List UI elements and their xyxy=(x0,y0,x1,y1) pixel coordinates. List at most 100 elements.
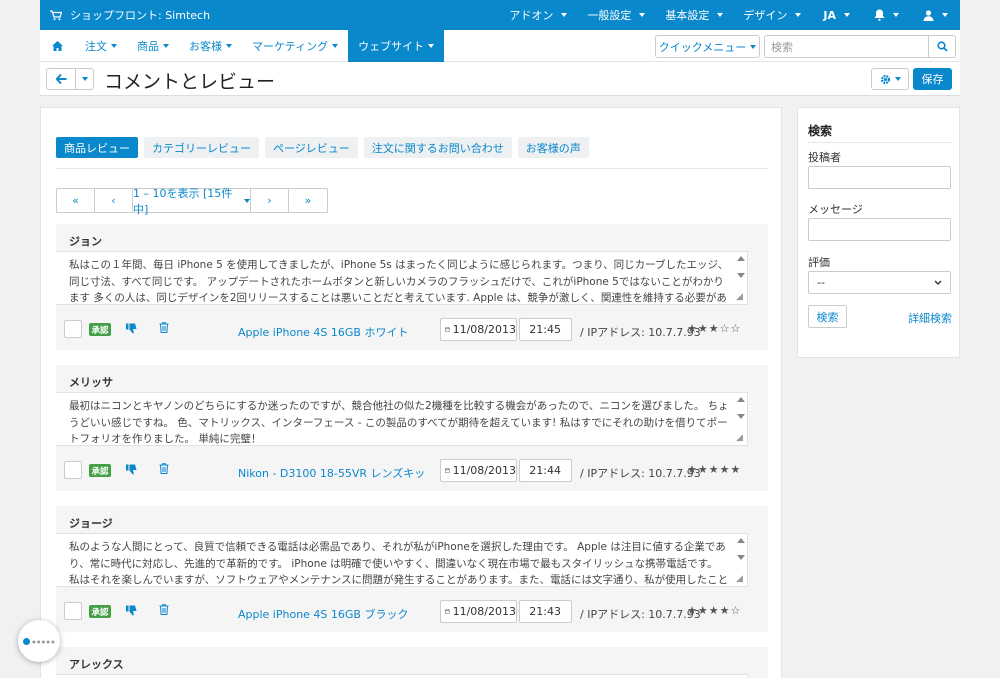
menu-basic-settings[interactable]: 基本設定 xyxy=(655,0,733,30)
search-button[interactable] xyxy=(928,35,956,58)
cart-icon xyxy=(50,9,62,20)
time-field[interactable]: 21:44 xyxy=(519,459,572,482)
delete-button[interactable] xyxy=(159,463,169,477)
star-filled-icon[interactable]: ★ xyxy=(709,463,720,476)
menu-addons[interactable]: アドオン xyxy=(499,0,577,30)
review-checkbox[interactable] xyxy=(64,461,82,479)
nav-orders[interactable]: 注文 xyxy=(75,30,127,62)
storefront-brand[interactable]: ショップフロント: Simtech xyxy=(40,7,210,23)
menu-design-label: デザイン xyxy=(743,9,788,22)
date-field[interactable]: 11/08/2013 xyxy=(440,318,517,341)
pager-last[interactable]: » xyxy=(289,189,327,212)
time-field[interactable]: 21:45 xyxy=(519,318,572,341)
delete-button[interactable] xyxy=(159,604,169,618)
star-filled-icon[interactable]: ★ xyxy=(731,463,742,476)
nav-marketing-label: マーケティング xyxy=(252,39,329,53)
ip-address: / IPアドレス: 10.7.7.93 xyxy=(580,467,701,480)
product-link[interactable]: Nikon - D3100 18-55VR レンズキッ xyxy=(238,465,425,481)
menu-language[interactable]: JA xyxy=(811,0,862,30)
chat-icon xyxy=(23,637,31,645)
rating-stars[interactable]: ★★★★★ xyxy=(687,463,741,476)
date-field[interactable]: 11/08/2013 xyxy=(440,459,517,482)
chevron-down-icon xyxy=(750,44,757,49)
nav-customers[interactable]: お客様 xyxy=(179,30,242,62)
tab-testimonials[interactable]: お客様の声 xyxy=(517,137,589,158)
rating-stars[interactable]: ★★★☆☆ xyxy=(687,322,741,335)
advanced-search-link[interactable]: 詳細検索 xyxy=(908,310,952,326)
product-link[interactable]: Apple iPhone 4S 16GB ブラック xyxy=(238,606,408,622)
review-message[interactable]: 私のような人間にとって、良質で信頼できる電話は必需品であり、それが私がiPhon… xyxy=(56,533,748,587)
star-filled-icon[interactable]: ★ xyxy=(698,604,709,617)
message-scrollbar[interactable]: ◢ xyxy=(736,394,748,444)
delete-button[interactable] xyxy=(159,322,169,336)
home-link[interactable] xyxy=(40,30,75,62)
review-checkbox[interactable] xyxy=(64,320,82,338)
message-scrollbar[interactable]: ◢ xyxy=(736,535,748,585)
pager-prev[interactable]: ‹ xyxy=(95,189,133,212)
rating-select[interactable]: -- xyxy=(808,271,951,294)
notifications-menu[interactable] xyxy=(862,0,911,30)
star-filled-icon[interactable]: ★ xyxy=(720,604,731,617)
star-filled-icon[interactable]: ★ xyxy=(720,463,731,476)
search-input[interactable]: 検索 xyxy=(764,35,929,58)
star-filled-icon[interactable]: ★ xyxy=(698,322,709,335)
back-dropdown-button[interactable] xyxy=(75,68,94,90)
review-message[interactable]: 私はこの１年間、毎日 iPhone 5 を使用してきましたが、iPhone 5s… xyxy=(56,251,748,305)
sidebar-search-button[interactable]: 検索 xyxy=(808,305,847,328)
chevron-down-icon xyxy=(942,13,948,17)
star-empty-icon[interactable]: ☆ xyxy=(720,322,731,335)
star-filled-icon[interactable]: ★ xyxy=(709,322,720,335)
disapprove-button[interactable] xyxy=(126,323,137,337)
star-filled-icon[interactable]: ★ xyxy=(687,604,698,617)
rating-stars[interactable]: ★★★★☆ xyxy=(687,604,741,617)
calendar-icon xyxy=(445,609,450,614)
chevron-down-icon xyxy=(226,43,232,48)
date-field[interactable]: 11/08/2013 xyxy=(440,600,517,623)
review-message[interactable]: 最初はニコンとキヤノンのどちらにするか迷ったのですが、競合他社の似た2機種を比較… xyxy=(56,392,748,446)
menu-general-settings[interactable]: 一般設定 xyxy=(577,0,655,30)
user-menu[interactable] xyxy=(911,0,960,30)
star-filled-icon[interactable]: ★ xyxy=(698,463,709,476)
review-tabs: 商品レビュー カテゴリーレビュー ページレビュー 注文に関するお問い合わせ お客… xyxy=(56,137,589,158)
tab-category-reviews[interactable]: カテゴリーレビュー xyxy=(144,137,259,158)
tab-product-reviews[interactable]: 商品レビュー xyxy=(56,137,138,158)
message-input[interactable] xyxy=(808,218,951,241)
review-checkbox[interactable] xyxy=(64,602,82,620)
status-badge[interactable]: 承認 xyxy=(89,323,111,336)
disapprove-button[interactable] xyxy=(126,605,137,619)
nav-marketing[interactable]: マーケティング xyxy=(242,30,348,62)
nav-website[interactable]: ウェブサイト xyxy=(348,29,445,62)
star-empty-icon[interactable]: ☆ xyxy=(731,604,742,617)
pager-next[interactable]: › xyxy=(251,189,289,212)
sidebar-title: 検索 xyxy=(808,124,833,138)
star-filled-icon[interactable]: ★ xyxy=(709,604,720,617)
star-filled-icon[interactable]: ★ xyxy=(687,322,698,335)
menu-design[interactable]: デザイン xyxy=(733,0,811,30)
arrow-left-icon xyxy=(55,74,66,84)
star-filled-icon[interactable]: ★ xyxy=(687,463,698,476)
chevron-down-icon xyxy=(844,13,850,17)
pager-first[interactable]: « xyxy=(57,189,95,212)
pager-range-dropdown[interactable]: 1 – 10を表示 [15件中] xyxy=(133,187,251,216)
save-button[interactable]: 保存 xyxy=(913,68,952,90)
author-label: 投稿者 xyxy=(808,151,841,164)
thumbs-down-icon xyxy=(126,605,137,616)
trash-icon xyxy=(159,463,169,474)
time-field[interactable]: 21:43 xyxy=(519,600,572,623)
tab-order-inquiries[interactable]: 注文に関するお問い合わせ xyxy=(363,137,512,158)
author-input[interactable] xyxy=(808,166,951,189)
review-author: アレックス xyxy=(69,658,124,671)
status-badge[interactable]: 承認 xyxy=(89,464,111,477)
quick-menu-button[interactable]: クイックメニュー xyxy=(655,35,760,58)
chat-widget-button[interactable]: ● ● ● ● ● xyxy=(18,620,60,662)
back-button[interactable] xyxy=(46,68,76,90)
status-badge[interactable]: 承認 xyxy=(89,605,111,618)
disapprove-button[interactable] xyxy=(126,464,137,478)
star-empty-icon[interactable]: ☆ xyxy=(731,322,742,335)
review-message[interactable] xyxy=(56,674,748,678)
nav-products[interactable]: 商品 xyxy=(127,30,179,62)
tab-page-reviews[interactable]: ページレビュー xyxy=(265,137,358,158)
settings-button[interactable] xyxy=(871,68,909,90)
product-link[interactable]: Apple iPhone 4S 16GB ホワイト xyxy=(238,324,408,340)
message-scrollbar[interactable]: ◢ xyxy=(736,253,748,303)
